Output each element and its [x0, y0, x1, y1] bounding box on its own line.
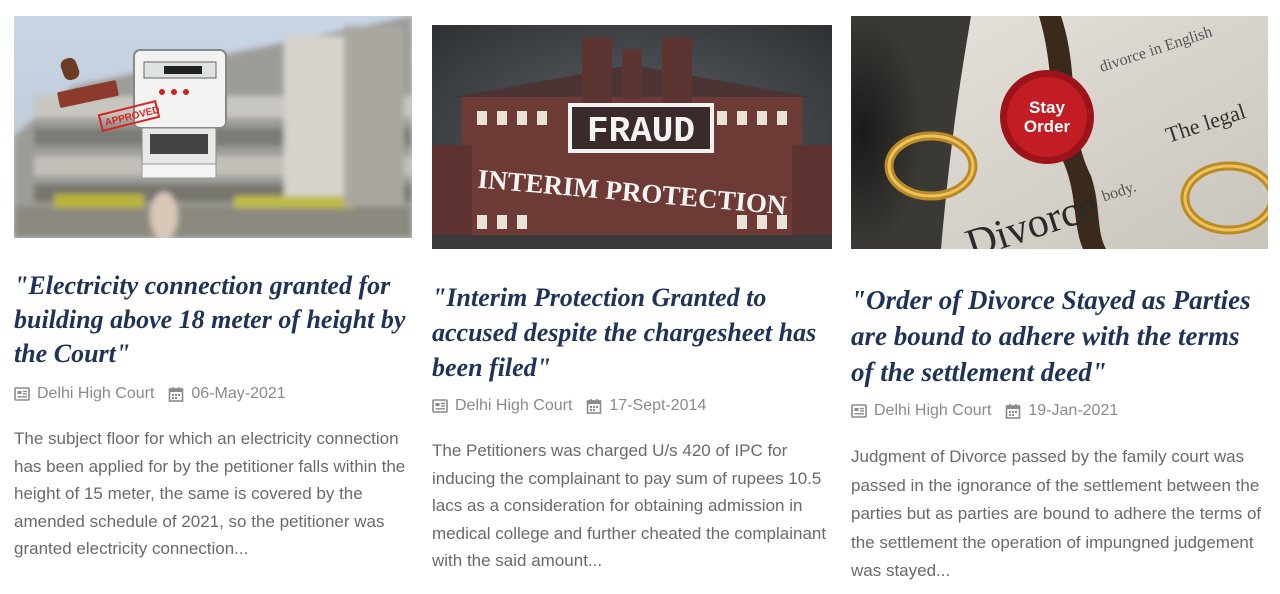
newspaper-icon: [851, 404, 867, 418]
article-excerpt: The subject floor for which an electrici…: [14, 429, 406, 558]
article-date: 17-Sept-2014: [609, 397, 707, 414]
article-card[interactable]: APPROVED "Electricity connection granted…: [14, 16, 412, 594]
article-card[interactable]: divorce in English The legal body. Divor…: [851, 16, 1268, 594]
article-image[interactable]: FRAUD INTERIM PROTECTION: [432, 25, 832, 249]
calendar-icon: [587, 399, 602, 414]
calendar-icon: [1006, 404, 1021, 419]
article-meta: Delhi High Court 06-May-2021: [14, 385, 286, 403]
article-meta: Delhi High Court 17-Sept-2014: [432, 397, 706, 415]
court-name[interactable]: Delhi High Court: [874, 402, 991, 420]
newspaper-icon: [14, 387, 30, 401]
article-meta: Delhi High Court 19-Jan-2021: [851, 402, 1118, 420]
court-name[interactable]: Delhi High Court: [455, 397, 572, 415]
stay-order-seal-icon: Stay Order: [1000, 70, 1094, 164]
article-title[interactable]: "Order of Divorce Stayed as Parties are …: [851, 282, 1268, 390]
article-date: 19-Jan-2021: [1028, 402, 1119, 419]
article-title[interactable]: "Interim Protection Granted to accused d…: [432, 280, 832, 385]
article-title[interactable]: "Electricity connection granted for buil…: [14, 269, 412, 371]
article-image[interactable]: APPROVED: [14, 16, 412, 238]
fraud-stamp-text: FRAUD: [587, 111, 695, 152]
newspaper-icon: [432, 399, 448, 413]
article-excerpt: Judgment of Divorce passed by the family…: [851, 447, 1262, 580]
svg-text:Order: Order: [1024, 117, 1071, 136]
calendar-icon: [169, 387, 184, 402]
svg-text:Stay: Stay: [1029, 98, 1065, 117]
article-date: 06-May-2021: [191, 385, 286, 402]
article-image[interactable]: divorce in English The legal body. Divor…: [851, 16, 1268, 249]
article-card[interactable]: FRAUD INTERIM PROTECTION "Interim Protec…: [432, 25, 832, 594]
article-excerpt: The Petitioners was charged U/s 420 of I…: [432, 441, 827, 570]
court-name[interactable]: Delhi High Court: [37, 385, 154, 403]
